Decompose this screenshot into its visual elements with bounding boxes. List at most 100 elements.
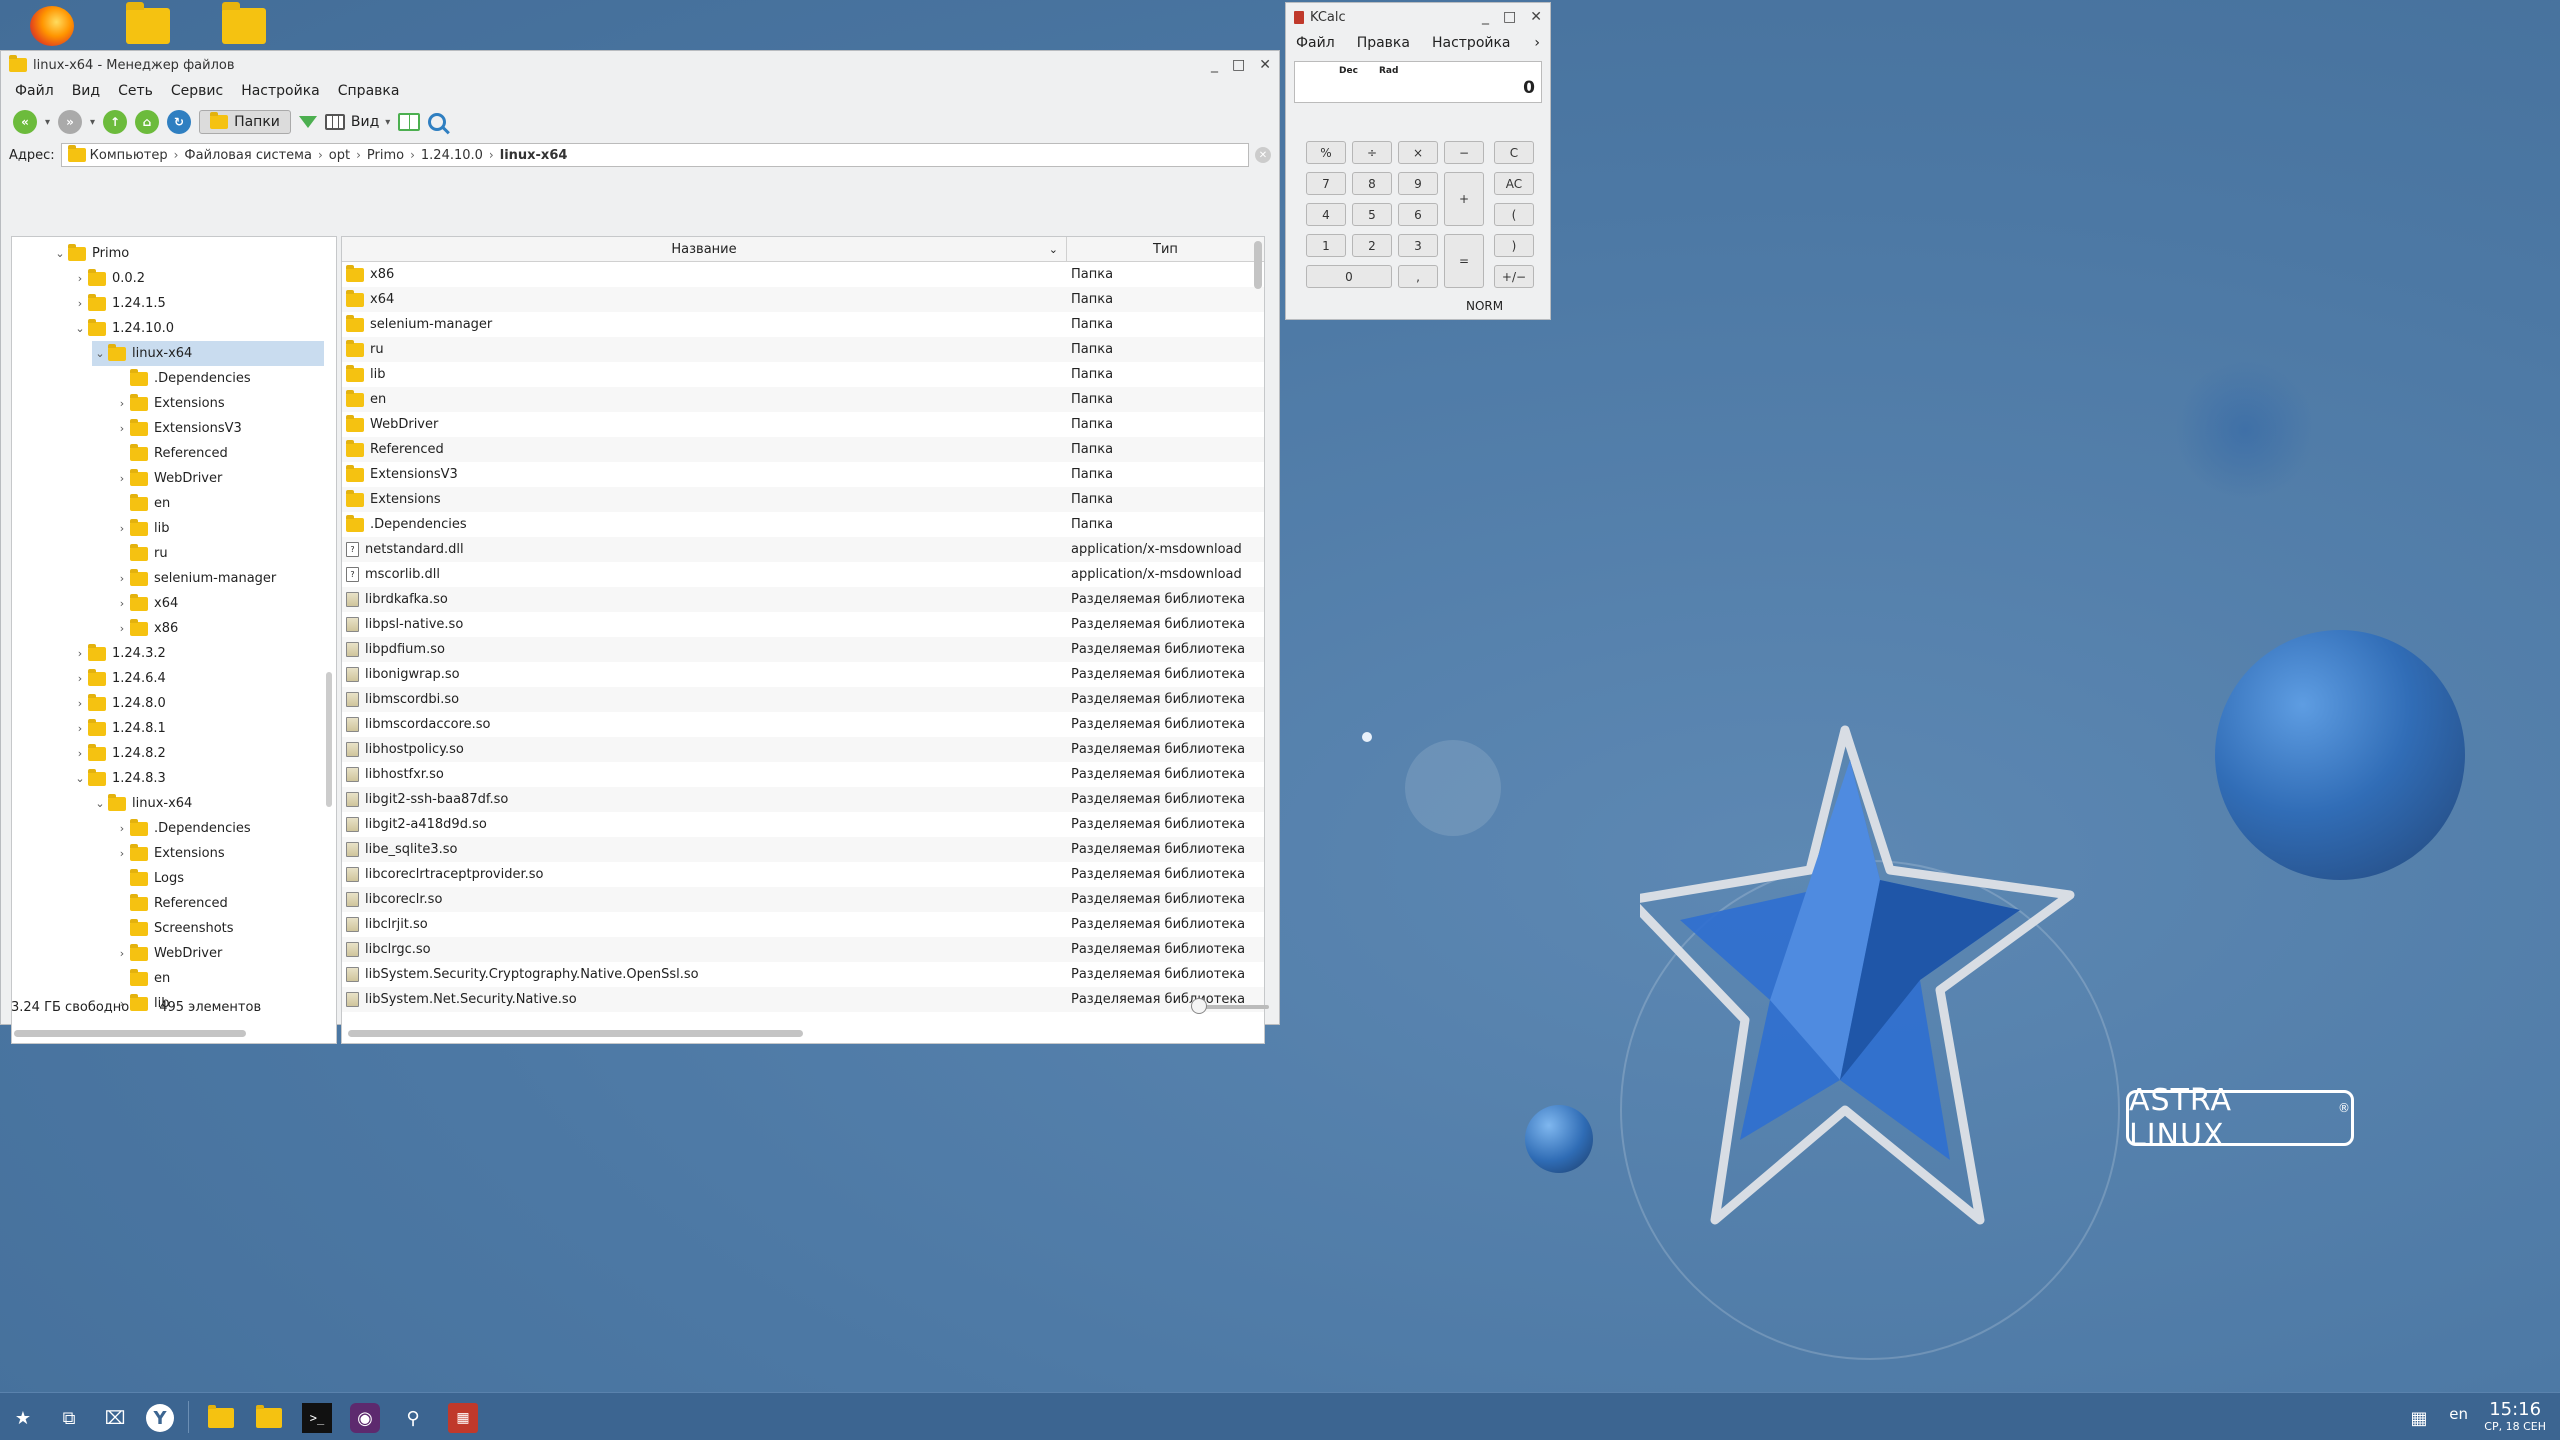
digit-2-button[interactable]: 2 xyxy=(1352,234,1392,257)
file-row[interactable]: libclrjit.so Разделяемая библиотека xyxy=(342,912,1264,937)
clock[interactable]: 15:16 СР, 18 СЕН xyxy=(2484,1399,2546,1433)
tree-item[interactable]: ⌄ linux-x64 xyxy=(92,341,324,366)
menu-settings[interactable]: Настройка xyxy=(1432,35,1511,51)
all-clear-button[interactable]: AC xyxy=(1494,172,1534,195)
open-paren-button[interactable]: ( xyxy=(1494,203,1534,226)
file-row[interactable]: libclrgc.so Разделяемая библиотека xyxy=(342,937,1264,962)
media-app-icon[interactable]: ◉ xyxy=(350,1403,380,1433)
tree-item[interactable]: › WebDriver xyxy=(114,466,222,491)
chevron-right-icon[interactable]: › xyxy=(114,822,130,835)
chevron-down-icon[interactable]: ⌄ xyxy=(52,247,68,260)
back-history-icon[interactable]: ▾ xyxy=(45,117,50,128)
tree-item[interactable]: › ExtensionsV3 xyxy=(114,416,242,441)
zoom-slider-handle[interactable] xyxy=(1191,998,1207,1014)
tree-item[interactable]: › Extensions xyxy=(114,391,225,416)
sign-button[interactable]: +/− xyxy=(1494,265,1534,288)
keyboard-layout-indicator[interactable]: en xyxy=(2449,1405,2468,1423)
tree-item[interactable]: Referenced xyxy=(114,441,228,466)
file-row[interactable]: ru Папка xyxy=(342,337,1264,362)
chevron-right-icon[interactable]: › xyxy=(72,647,88,660)
chevron-right-icon[interactable]: › xyxy=(72,747,88,760)
tree-item[interactable]: .Dependencies xyxy=(114,366,251,391)
chevron-right-icon[interactable]: › xyxy=(114,597,130,610)
chevron-right-icon[interactable]: › xyxy=(114,422,130,435)
tree-item[interactable]: › Extensions xyxy=(114,841,225,866)
network-tool-icon[interactable]: ⚲ xyxy=(398,1403,428,1433)
divide-button[interactable]: ÷ xyxy=(1352,141,1392,164)
tree-item[interactable]: en xyxy=(114,966,170,991)
files-manager-icon[interactable]: ⌧ xyxy=(100,1403,130,1433)
digit-3-button[interactable]: 3 xyxy=(1398,234,1438,257)
chevron-right-icon[interactable]: › xyxy=(114,522,130,535)
view-button[interactable]: Вид ▾ xyxy=(324,114,390,130)
chevron-right-icon[interactable]: › xyxy=(72,697,88,710)
split-view-icon[interactable] xyxy=(398,113,421,131)
digit-7-button[interactable]: 7 xyxy=(1306,172,1346,195)
tree-item[interactable]: › x64 xyxy=(114,591,178,616)
file-row[interactable]: libgit2-ssh-baa87df.so Разделяемая библио… xyxy=(342,787,1264,812)
file-row[interactable]: x86 Папка xyxy=(342,262,1264,287)
desktop-folder-icon[interactable] xyxy=(124,0,172,46)
digit-0-button[interactable]: 0 xyxy=(1306,265,1392,288)
back-icon[interactable]: « xyxy=(13,110,37,134)
tree-item[interactable]: › x86 xyxy=(114,616,178,641)
chevron-down-icon[interactable]: ⌄ xyxy=(72,322,88,335)
chevron-right-icon[interactable]: › xyxy=(72,672,88,685)
digit-1-button[interactable]: 1 xyxy=(1306,234,1346,257)
chevron-right-icon[interactable]: › xyxy=(114,397,130,410)
maximize-icon[interactable]: □ xyxy=(1232,57,1245,73)
file-row[interactable]: .Dependencies Папка xyxy=(342,512,1264,537)
file-row[interactable]: libhostpolicy.so Разделяемая библиотека xyxy=(342,737,1264,762)
digit-4-button[interactable]: 4 xyxy=(1306,203,1346,226)
breadcrumb-item[interactable]: Компьютер xyxy=(90,148,168,163)
list-horizontal-scrollbar[interactable] xyxy=(348,1030,803,1037)
menu-edit[interactable]: Правка xyxy=(1357,35,1410,51)
chevron-right-icon[interactable]: › xyxy=(114,572,130,585)
tree-item[interactable]: › 1.24.3.2 xyxy=(72,641,166,666)
menu-service[interactable]: Сервис xyxy=(171,83,223,99)
file-row[interactable]: selenium-manager Папка xyxy=(342,312,1264,337)
menu-network[interactable]: Сеть xyxy=(118,83,153,99)
app-grid-icon[interactable]: ▦ xyxy=(2404,1403,2434,1433)
menu-help[interactable]: Справка xyxy=(338,83,400,99)
folders-toggle-button[interactable]: Папки xyxy=(199,110,291,134)
tree-item[interactable]: › 1.24.8.2 xyxy=(72,741,166,766)
calculator-taskbar-icon[interactable]: ▦ xyxy=(448,1403,478,1433)
tree-horizontal-scrollbar[interactable] xyxy=(14,1030,246,1037)
start-menu-star-icon[interactable]: ★ xyxy=(8,1403,38,1433)
breadcrumb-item[interactable]: Файловая система xyxy=(184,148,312,163)
breadcrumb-item[interactable]: Primo xyxy=(367,148,404,163)
chevron-right-icon[interactable]: › xyxy=(72,722,88,735)
yandex-browser-icon[interactable]: Y xyxy=(146,1404,174,1432)
file-row[interactable]: libe_sqlite3.so Разделяемая библиотека xyxy=(342,837,1264,862)
digit-5-button[interactable]: 5 xyxy=(1352,203,1392,226)
address-field[interactable]: Компьютер › Файловая система › opt › Primo ›… xyxy=(60,143,1249,167)
minimize-icon[interactable]: _ xyxy=(1482,9,1489,25)
chevron-right-icon[interactable]: › xyxy=(114,622,130,635)
plus-button[interactable]: + xyxy=(1444,172,1484,226)
zoom-slider[interactable] xyxy=(1191,998,1269,1014)
file-row[interactable]: libSystem.Security.Cryptography.Native.O… xyxy=(342,962,1264,987)
tree-item[interactable]: en xyxy=(114,491,170,516)
tree-item[interactable]: › 1.24.1.5 xyxy=(72,291,166,316)
column-name-header[interactable]: Название ⌄ xyxy=(342,237,1067,261)
chevron-right-icon[interactable]: › xyxy=(114,947,130,960)
file-row[interactable]: WebDriver Папка xyxy=(342,412,1264,437)
file-row[interactable]: libcoreclrtraceptprovider.so Разделяемая … xyxy=(342,862,1264,887)
tree-item[interactable]: Referenced xyxy=(114,891,228,916)
file-row[interactable]: libgit2-a418d9d.so Разделяемая библиотека xyxy=(342,812,1264,837)
chevron-down-icon[interactable]: ⌄ xyxy=(92,347,108,360)
forward-icon[interactable]: » xyxy=(58,110,83,134)
up-icon[interactable]: ↑ xyxy=(103,110,128,134)
folder-tree[interactable]: ⌄ Primo › 0.0.2 › 1.24.1.5 ⌄ 1.24.10.0 ⌄ linux-x6… xyxy=(11,236,337,1044)
tree-item[interactable]: › lib xyxy=(114,516,169,541)
tree-item[interactable]: › 1.24.8.1 xyxy=(72,716,166,741)
tree-item[interactable]: Logs xyxy=(114,866,184,891)
minimize-icon[interactable]: _ xyxy=(1211,57,1218,73)
folder-icon[interactable] xyxy=(206,1403,236,1433)
file-row[interactable]: Extensions Папка xyxy=(342,487,1264,512)
windows-overview-icon[interactable]: ⧉ xyxy=(54,1403,84,1433)
file-row[interactable]: lib Папка xyxy=(342,362,1264,387)
file-row[interactable]: x64 Папка xyxy=(342,287,1264,312)
file-row[interactable]: libmscordaccore.so Разделяемая библиотека xyxy=(342,712,1264,737)
